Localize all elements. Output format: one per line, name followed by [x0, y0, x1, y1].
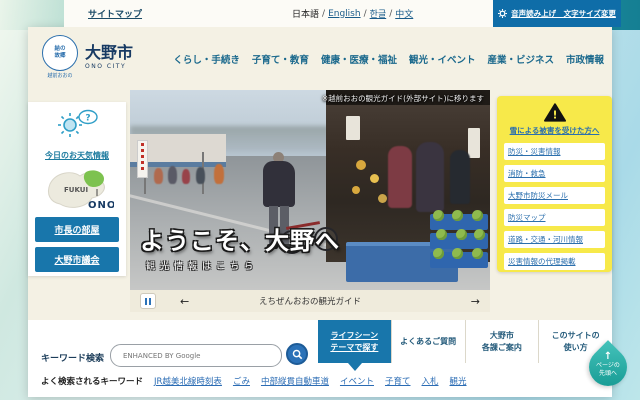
map-region-label: FUKUI [64, 186, 88, 194]
tab-life-scene[interactable]: ライフシーンテーマで探す [318, 320, 391, 363]
hero-subtitle: 観光情報はこちら [146, 259, 258, 272]
page-top-button[interactable]: ↑ ページの先頭へ [589, 348, 627, 386]
language-switcher: 日本語 / English / 한글 / 中文 [292, 7, 413, 20]
keyword-nyusatsu[interactable]: 入札 [422, 375, 439, 387]
city-council-button[interactable]: 大野市議会 [35, 247, 119, 272]
lang-english[interactable]: English [328, 9, 361, 19]
weather-link[interactable]: 今日のお天気情報 [45, 150, 109, 161]
shop-goods [356, 160, 366, 170]
pedestrian [168, 166, 177, 184]
nav-shisei[interactable]: 市政情報 [566, 52, 604, 66]
pedestrian [196, 167, 205, 184]
svg-text:!: ! [552, 108, 557, 121]
accessibility-button[interactable]: 音声読み上げ 文字サイズ変更 [493, 0, 621, 27]
page-top-label: ページの先頭へ [589, 362, 627, 378]
lang-japanese[interactable]: 日本語 [292, 7, 319, 20]
emblem-text: 故郷 [54, 53, 65, 60]
city-logo[interactable]: 結の 故郷 越前おおの 大野市 ONO CITY [42, 35, 133, 79]
quick-tabs: ライフシーンテーマで探す よくあるご質問 大野市各課ご案内 このサイトの使い方 [318, 320, 612, 363]
emergency-link-proxy[interactable]: 災害情報の代理掲載 [504, 253, 605, 270]
shop-goods [370, 174, 379, 183]
lang-separator: / [389, 9, 392, 19]
shop-goods [352, 186, 360, 194]
keyword-gomi[interactable]: ごみ [233, 375, 250, 387]
emergency-link-shobo[interactable]: 消防・救急 [504, 165, 605, 182]
pedestrian [154, 168, 163, 184]
mayor-room-button[interactable]: 市長の部屋 [35, 217, 119, 242]
shopper [388, 146, 412, 208]
emergency-link-road[interactable]: 道路・交通・河川情報 [504, 231, 605, 248]
tab-departments[interactable]: 大野市各課ご案内 [465, 320, 539, 363]
carousel-next-button[interactable]: → [471, 295, 480, 308]
nav-kurashi[interactable]: くらし・手続き [173, 52, 240, 66]
svg-text:?: ? [85, 114, 90, 124]
carousel-controls: えちぜんおおの観光ガイド ← → [130, 290, 490, 312]
global-nav: くらし・手続き 子育て・教育 健康・医療・福祉 観光・イベント 産業・ビジネス … [173, 27, 604, 90]
map-city-label: ONO [88, 200, 114, 211]
popular-keywords: よく検索されるキーワード JR越美北線時刻表 ごみ 中部縦貫自動車道 イベント … [41, 375, 467, 387]
pedestrian [182, 169, 190, 184]
search-label: キーワード検索 [41, 351, 104, 364]
street-banner [137, 140, 148, 178]
nav-kanko[interactable]: 観光・イベント [409, 52, 476, 66]
active-tab-pointer [348, 363, 362, 371]
shop-sign [468, 128, 480, 158]
vegetable-crates [430, 214, 488, 271]
city-name-en: ONO CITY [85, 63, 133, 70]
carousel-prev-button[interactable]: ← [180, 295, 189, 308]
emergency-panel: ! 雪による被害を受けた方へ 防災・災害情報 消防・救急 大野市防災メール 防災… [497, 96, 612, 272]
lang-separator: / [364, 9, 367, 19]
snow-damage-link[interactable]: 雪による被害を受けた方へ [504, 125, 605, 136]
gear-icon [498, 9, 507, 18]
left-sidebar: ? 今日のお天気情報 FUKUI ONO 市長の部屋 大野市議会 [28, 102, 126, 276]
hero-external-note: ※越前おおの観光ガイド(外部サイト)に移ります [322, 93, 484, 104]
search-icon [292, 349, 303, 360]
top-utility-bar: サイトマップ 日本語 / English / 한글 / 中文 [64, 0, 493, 27]
lang-chinese[interactable]: 中文 [395, 7, 413, 20]
shopper [416, 142, 444, 212]
city-name: 大野市 [85, 45, 133, 61]
pause-icon [149, 298, 151, 305]
lang-korean[interactable]: 한글 [370, 7, 387, 20]
pause-button[interactable] [140, 293, 156, 309]
keyword-expressway[interactable]: 中部縦貫自動車道 [261, 375, 329, 387]
page-sheet: 結の 故郷 越前おおの 大野市 ONO CITY くらし・手続き 子育て・教育 … [28, 27, 612, 397]
nav-sangyo[interactable]: 産業・ビジネス [487, 52, 554, 66]
weather-icon: ? [55, 107, 99, 139]
keyword-kanko[interactable]: 観光 [450, 375, 467, 387]
man-with-bicycle [262, 152, 296, 278]
accessibility-label: 音声読み上げ 文字サイズ変更 [511, 8, 616, 19]
nav-kenko[interactable]: 健康・医療・福祉 [321, 52, 397, 66]
search-field-wrap [110, 344, 282, 367]
pedestrian [214, 164, 224, 184]
emergency-link-bosai[interactable]: 防災・災害情報 [504, 143, 605, 160]
hero-title: ようこそ、大野へ [140, 221, 340, 256]
nav-kosodate[interactable]: 子育て・教育 [252, 52, 309, 66]
warning-icon: ! [544, 103, 566, 122]
shopper [450, 150, 470, 204]
main-area: ? 今日のお天気情報 FUKUI ONO 市長の部屋 大野市議会 [28, 90, 612, 320]
lang-separator: / [322, 9, 325, 19]
keyword-jr-timetable[interactable]: JR越美北線時刻表 [154, 375, 222, 387]
up-arrow-icon: ↑ [589, 352, 627, 362]
site-header: 結の 故郷 越前おおの 大野市 ONO CITY くらし・手続き 子育て・教育 … [28, 27, 612, 90]
shop-sign [346, 116, 360, 140]
emblem-caption: 越前おおの [42, 72, 78, 79]
city-emblem-icon: 結の 故郷 越前おおの [42, 35, 78, 79]
hero-carousel-slide[interactable]: ※越前おおの観光ガイド(外部サイト)に移ります ようこそ、大野へ 観光情報はこち… [130, 90, 490, 290]
keyword-kosodate[interactable]: 子育て [385, 375, 411, 387]
bottom-section: キーワード検索 ライフシーンテーマで探す よくあるご質問 大野市各課ご案内 この… [28, 320, 612, 397]
pause-icon [145, 298, 147, 305]
emergency-link-mail[interactable]: 大野市防災メール [504, 187, 605, 204]
search-input[interactable] [121, 351, 275, 361]
tab-faq[interactable]: よくあるご質問 [391, 320, 465, 363]
shop-goods [378, 194, 387, 203]
fukui-map: FUKUI ONO [40, 164, 114, 214]
search-button[interactable] [286, 343, 308, 365]
emblem-text: 結の [54, 46, 65, 53]
keyword-event[interactable]: イベント [340, 375, 374, 387]
sitemap-link[interactable]: サイトマップ [88, 7, 142, 20]
keywords-label: よく検索されるキーワード [41, 375, 143, 387]
emergency-link-map[interactable]: 防災マップ [504, 209, 605, 226]
